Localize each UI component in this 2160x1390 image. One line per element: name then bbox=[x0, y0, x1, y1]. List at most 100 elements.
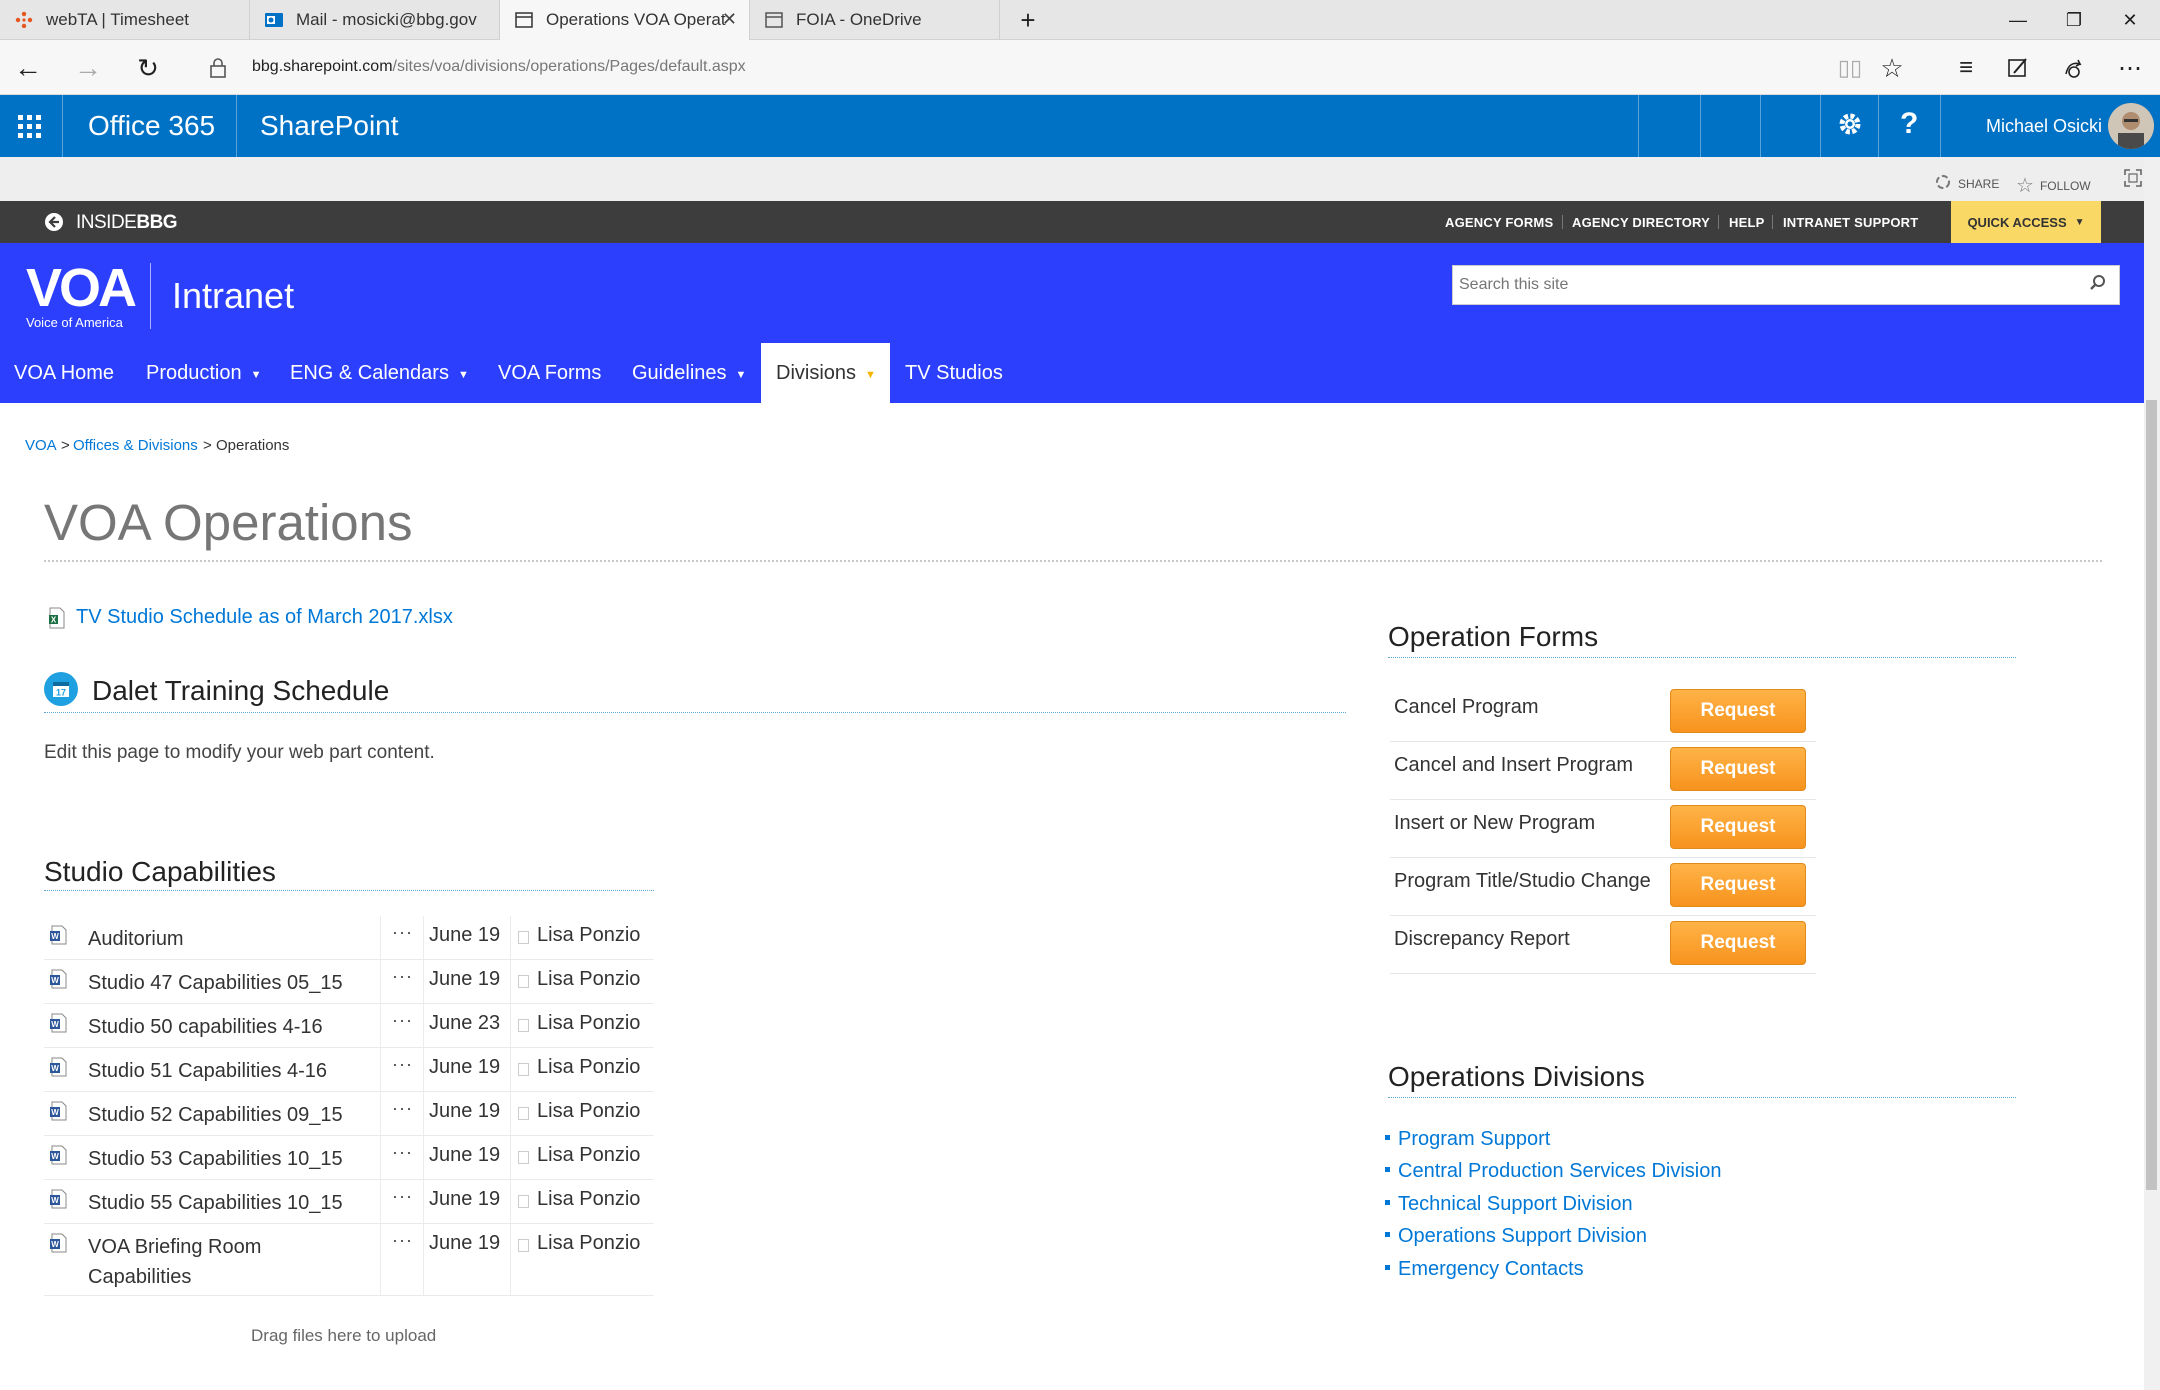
share-button[interactable]: SHARE bbox=[1934, 173, 1999, 194]
office-365-label[interactable]: Office 365 bbox=[88, 110, 215, 142]
minimize-icon[interactable]: — bbox=[1990, 0, 2046, 40]
breadcrumb-voa[interactable]: VOA bbox=[25, 437, 57, 454]
program-support-link[interactable]: Program Support bbox=[1398, 1128, 1550, 1150]
checkbox[interactable] bbox=[518, 1151, 529, 1164]
restore-icon[interactable]: ❐ bbox=[2046, 0, 2102, 40]
sharepoint-label[interactable]: SharePoint bbox=[260, 110, 399, 142]
file-author[interactable]: Lisa Ponzio bbox=[537, 1012, 640, 1035]
file-author[interactable]: Lisa Ponzio bbox=[537, 968, 640, 991]
url-field[interactable]: bbg.sharepoint.com/sites/voa/divisions/o… bbox=[252, 58, 746, 76]
web-note-icon[interactable] bbox=[1998, 48, 2038, 88]
file-author[interactable]: Lisa Ponzio bbox=[537, 1056, 640, 1079]
focus-mode-icon[interactable] bbox=[2124, 169, 2142, 187]
help-link[interactable]: HELP bbox=[1729, 215, 1764, 230]
file-name[interactable]: Studio 47 Capabilities 05_15 bbox=[88, 968, 343, 998]
inside-bbg-label[interactable]: INSIDEBBG bbox=[76, 212, 178, 234]
tv-studio-schedule-link[interactable]: TV Studio Schedule as of March 2017.xlsx bbox=[76, 606, 453, 629]
intranet-support-link[interactable]: INTRANET SUPPORT bbox=[1783, 215, 1918, 230]
voa-logo[interactable]: VOA Voice of America bbox=[26, 261, 137, 330]
reading-view-icon[interactable]: ▯▯ bbox=[1830, 48, 1870, 88]
follow-button[interactable]: ☆ FOLLOW bbox=[2016, 173, 2091, 198]
more-options-icon[interactable]: ··· bbox=[392, 1142, 413, 1163]
file-name[interactable]: Studio 51 Capabilities 4-16 bbox=[88, 1056, 327, 1086]
checkbox[interactable] bbox=[518, 1195, 529, 1208]
operations-support-link[interactable]: Operations Support Division bbox=[1398, 1225, 1647, 1247]
nav-guidelines[interactable]: Guidelines ▼ bbox=[632, 343, 746, 403]
nav-voa-home[interactable]: VOA Home bbox=[14, 343, 114, 403]
nav-voa-forms[interactable]: VOA Forms bbox=[498, 343, 601, 403]
request-button[interactable]: Request bbox=[1670, 689, 1806, 733]
file-name[interactable]: Auditorium bbox=[88, 924, 184, 954]
site-title[interactable]: Intranet bbox=[172, 275, 294, 317]
search-icon[interactable] bbox=[2089, 274, 2107, 297]
technical-support-link[interactable]: Technical Support Division bbox=[1398, 1193, 1633, 1215]
table-row[interactable]: W Studio 50 capabilities 4-16 ··· June 2… bbox=[44, 1004, 654, 1048]
checkbox[interactable] bbox=[518, 1019, 529, 1032]
close-window-icon[interactable]: ✕ bbox=[2102, 0, 2158, 40]
more-options-icon[interactable]: ··· bbox=[392, 1230, 413, 1251]
checkbox[interactable] bbox=[518, 1063, 529, 1076]
file-author[interactable]: Lisa Ponzio bbox=[537, 1100, 640, 1123]
avatar[interactable] bbox=[2108, 103, 2154, 149]
checkbox[interactable] bbox=[518, 1107, 529, 1120]
file-author[interactable]: Lisa Ponzio bbox=[537, 1232, 640, 1255]
browser-tab-operations[interactable]: Operations VOA Operat ✕ bbox=[500, 0, 750, 41]
request-button[interactable]: Request bbox=[1670, 863, 1806, 907]
file-author[interactable]: Lisa Ponzio bbox=[537, 1188, 640, 1211]
scrollbar-thumb[interactable] bbox=[2146, 400, 2157, 1190]
nav-production[interactable]: Production ▼ bbox=[146, 343, 262, 403]
request-button[interactable]: Request bbox=[1670, 921, 1806, 965]
browser-tab-foia[interactable]: FOIA - OneDrive bbox=[750, 0, 1000, 40]
breadcrumb-offices-divisions[interactable]: Offices & Divisions bbox=[73, 437, 198, 454]
close-icon[interactable]: ✕ bbox=[722, 9, 737, 30]
agency-directory-link[interactable]: AGENCY DIRECTORY bbox=[1572, 215, 1710, 230]
nav-tv-studios[interactable]: TV Studios bbox=[905, 343, 1003, 403]
favorite-star-icon[interactable]: ☆ bbox=[1872, 48, 1912, 88]
more-options-icon[interactable]: ··· bbox=[392, 1098, 413, 1119]
back-arrow-icon[interactable]: ← bbox=[8, 48, 48, 88]
hub-icon[interactable]: ≡ bbox=[1946, 48, 1986, 88]
help-icon[interactable]: ? bbox=[1900, 107, 1918, 141]
more-options-icon[interactable]: ··· bbox=[392, 966, 413, 987]
table-row[interactable]: W Studio 53 Capabilities 10_15 ··· June … bbox=[44, 1136, 654, 1180]
table-row[interactable]: W Studio 47 Capabilities 05_15 ··· June … bbox=[44, 960, 654, 1004]
nav-divisions[interactable]: Divisions ▼ bbox=[761, 343, 890, 403]
table-row[interactable]: W Studio 55 Capabilities 10_15 ··· June … bbox=[44, 1180, 654, 1224]
emergency-contacts-link[interactable]: Emergency Contacts bbox=[1398, 1258, 1584, 1280]
app-launcher-icon[interactable] bbox=[18, 115, 42, 144]
user-name[interactable]: Michael Osicki bbox=[1986, 116, 2102, 137]
file-name[interactable]: Studio 55 Capabilities 10_15 bbox=[88, 1188, 343, 1218]
table-row[interactable]: W Studio 52 Capabilities 09_15 ··· June … bbox=[44, 1092, 654, 1136]
more-options-icon[interactable]: ⋯ bbox=[2110, 48, 2150, 88]
table-row[interactable]: W Studio 51 Capabilities 4-16 ··· June 1… bbox=[44, 1048, 654, 1092]
more-options-icon[interactable]: ··· bbox=[392, 1054, 413, 1075]
gear-icon[interactable] bbox=[1836, 110, 1864, 143]
back-circle-icon[interactable] bbox=[44, 212, 64, 237]
file-author[interactable]: Lisa Ponzio bbox=[537, 1144, 640, 1167]
file-name[interactable]: Studio 50 capabilities 4-16 bbox=[88, 1012, 323, 1042]
share-icon[interactable] bbox=[2054, 48, 2094, 88]
table-row[interactable]: W Auditorium ··· June 19 Lisa Ponzio bbox=[44, 916, 654, 960]
file-name[interactable]: Studio 52 Capabilities 09_15 bbox=[88, 1100, 343, 1130]
new-tab-button[interactable]: + bbox=[1000, 0, 1056, 40]
refresh-icon[interactable]: ↻ bbox=[128, 48, 168, 88]
checkbox[interactable] bbox=[518, 1239, 529, 1252]
browser-tab-webta[interactable]: webTA | Timesheet bbox=[0, 0, 250, 40]
request-button[interactable]: Request bbox=[1670, 805, 1806, 849]
more-options-icon[interactable]: ··· bbox=[392, 1010, 413, 1031]
file-name[interactable]: VOA Briefing Room Capabilities bbox=[88, 1232, 261, 1292]
search-input[interactable] bbox=[1453, 266, 2073, 304]
checkbox[interactable] bbox=[518, 931, 529, 944]
file-name[interactable]: Studio 53 Capabilities 10_15 bbox=[88, 1144, 343, 1174]
file-author[interactable]: Lisa Ponzio bbox=[537, 924, 640, 947]
nav-eng-calendars[interactable]: ENG & Calendars ▼ bbox=[290, 343, 469, 403]
request-button[interactable]: Request bbox=[1670, 747, 1806, 791]
quick-access-button[interactable]: QUICK ACCESS ▼ bbox=[1951, 201, 2101, 243]
table-row[interactable]: W VOA Briefing Room Capabilities ··· June… bbox=[44, 1224, 654, 1296]
forward-arrow-icon[interactable]: → bbox=[68, 48, 108, 88]
checkbox[interactable] bbox=[518, 975, 529, 988]
more-options-icon[interactable]: ··· bbox=[392, 922, 413, 943]
browser-tab-mail[interactable]: Mail - mosicki@bbg.gov bbox=[250, 0, 500, 40]
drag-upload-hint[interactable]: Drag files here to upload bbox=[251, 1326, 436, 1346]
more-options-icon[interactable]: ··· bbox=[392, 1186, 413, 1207]
